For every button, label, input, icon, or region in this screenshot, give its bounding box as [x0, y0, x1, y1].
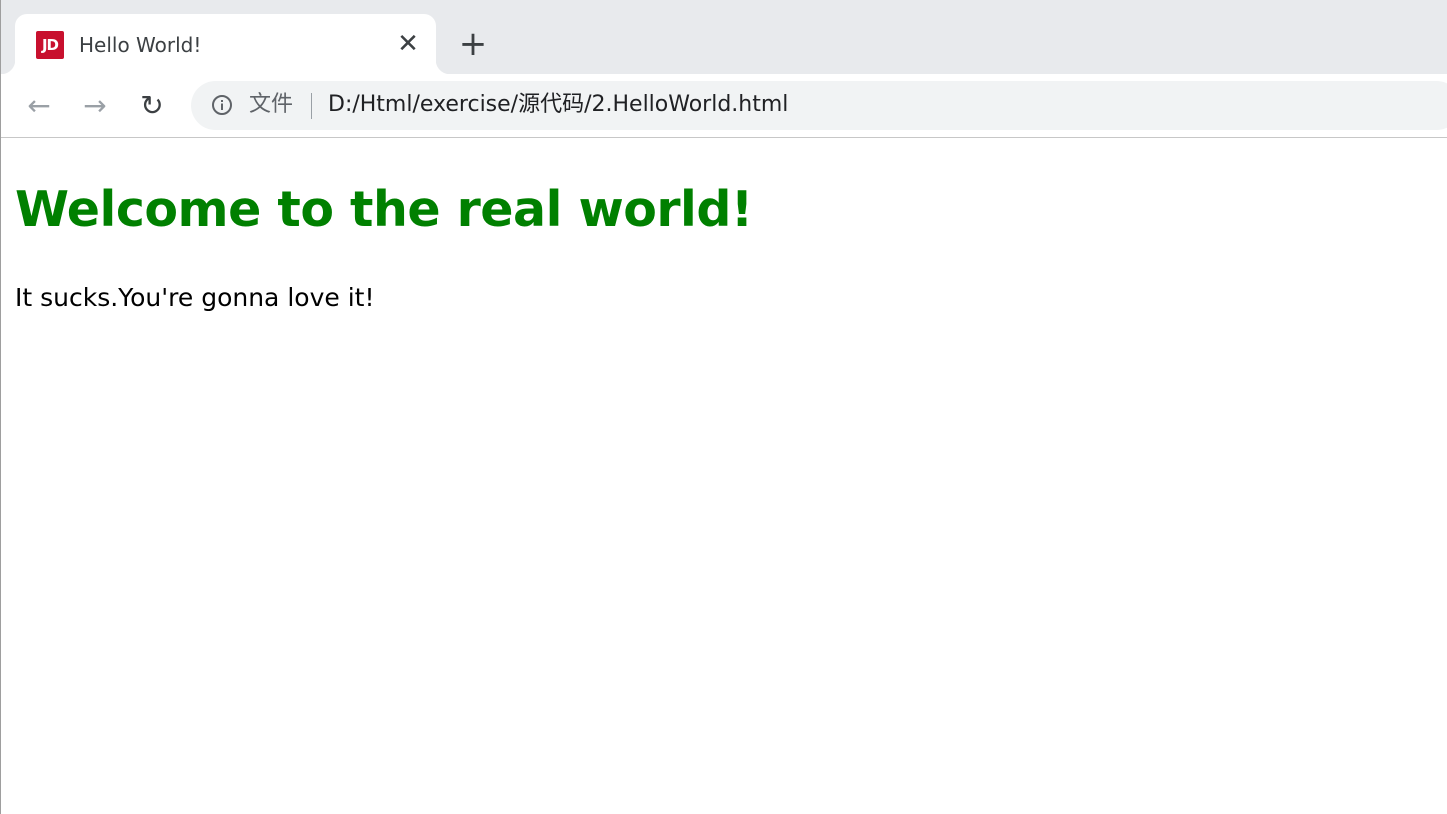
close-icon[interactable]: ✕ — [395, 31, 421, 57]
page-paragraph: It sucks.You're gonna love it! — [15, 283, 375, 312]
info-icon[interactable] — [211, 94, 233, 116]
file-chip-label: 文件 — [249, 92, 294, 117]
back-arrow-icon[interactable]: ← — [23, 90, 55, 122]
tab-strip: JD Hello World! ✕ + — [1, 0, 1447, 74]
reload-icon[interactable]: ↻ — [136, 90, 168, 122]
chip-divider — [311, 93, 312, 119]
browser-window: JD Hello World! ✕ + ← → ↻ 文件 D:/Html/exe… — [0, 0, 1447, 814]
address-bar[interactable]: 文件 D:/Html/exercise/源代码/2.HelloWorld.htm… — [191, 81, 1447, 130]
page-heading: Welcome to the real world! — [15, 181, 753, 238]
new-tab-button[interactable]: + — [457, 27, 489, 61]
jd-favicon-icon: JD — [36, 31, 64, 59]
tab-title: Hello World! — [79, 33, 202, 57]
toolbar: ← → ↻ 文件 D:/Html/exercise/源代码/2.HelloWor… — [1, 74, 1447, 138]
tab-hello-world[interactable]: JD Hello World! ✕ — [1, 14, 450, 74]
page-content: Welcome to the real world! It sucks.You'… — [1, 138, 1447, 814]
forward-arrow-icon[interactable]: → — [79, 90, 111, 122]
url-text[interactable]: D:/Html/exercise/源代码/2.HelloWorld.html — [328, 91, 788, 119]
